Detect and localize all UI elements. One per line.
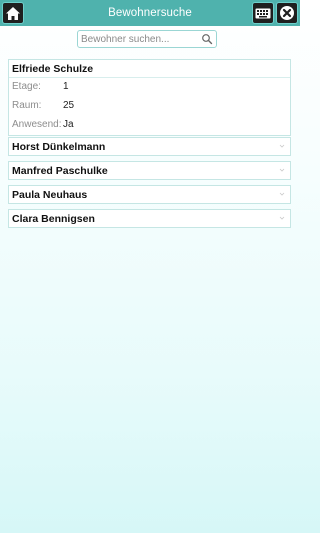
close-button[interactable] xyxy=(276,2,298,24)
keyboard-button[interactable] xyxy=(252,2,274,24)
resident-header[interactable]: Manfred Paschulke xyxy=(9,162,290,179)
detail-value: 25 xyxy=(63,100,75,111)
resident-card[interactable]: Horst Dünkelmann xyxy=(8,137,291,156)
resident-header[interactable]: Horst Dünkelmann xyxy=(9,138,290,155)
resident-card[interactable]: Paula Neuhaus xyxy=(8,185,291,204)
search-input[interactable] xyxy=(81,32,199,46)
detail-row-floor: Etage: 1 xyxy=(12,78,287,97)
resident-card[interactable]: Manfred Paschulke xyxy=(8,161,291,180)
resident-name: Manfred Paschulke xyxy=(12,164,108,177)
search-box xyxy=(77,30,217,48)
resident-name: Horst Dünkelmann xyxy=(12,140,106,153)
home-icon xyxy=(6,6,20,20)
detail-row-room: Raum: 25 xyxy=(12,97,287,116)
resident-header[interactable]: Elfriede Schulze xyxy=(9,60,290,78)
resident-card: Elfriede Schulze Etage: 1 Raum: 25 Anwes… xyxy=(8,59,291,136)
keyboard-icon xyxy=(255,8,271,18)
detail-label: Raum: xyxy=(12,100,42,111)
resident-name: Clara Bennigsen xyxy=(12,212,95,225)
detail-row-present: Anwesend: Ja xyxy=(12,116,287,135)
close-icon xyxy=(280,6,294,20)
chevron-down-icon xyxy=(279,216,285,220)
chevron-down-icon xyxy=(279,168,285,172)
resident-header[interactable]: Clara Bennigsen xyxy=(9,210,290,227)
resident-name: Paula Neuhaus xyxy=(12,188,88,201)
detail-label: Anwesend: xyxy=(12,119,62,130)
detail-label: Etage: xyxy=(12,81,41,92)
chevron-down-icon xyxy=(279,144,285,148)
home-button[interactable] xyxy=(2,2,24,24)
detail-value: Ja xyxy=(63,119,74,130)
title-bar: Bewohnersuche xyxy=(0,0,300,26)
resident-card[interactable]: Clara Bennigsen xyxy=(8,209,291,228)
resident-header[interactable]: Paula Neuhaus xyxy=(9,186,290,203)
page-title: Bewohnersuche xyxy=(108,7,192,19)
detail-value: 1 xyxy=(63,81,69,92)
chevron-down-icon xyxy=(279,192,285,196)
resident-details: Etage: 1 Raum: 25 Anwesend: Ja xyxy=(9,78,290,135)
resident-name: Elfriede Schulze xyxy=(12,62,94,75)
search-icon[interactable] xyxy=(201,33,213,45)
